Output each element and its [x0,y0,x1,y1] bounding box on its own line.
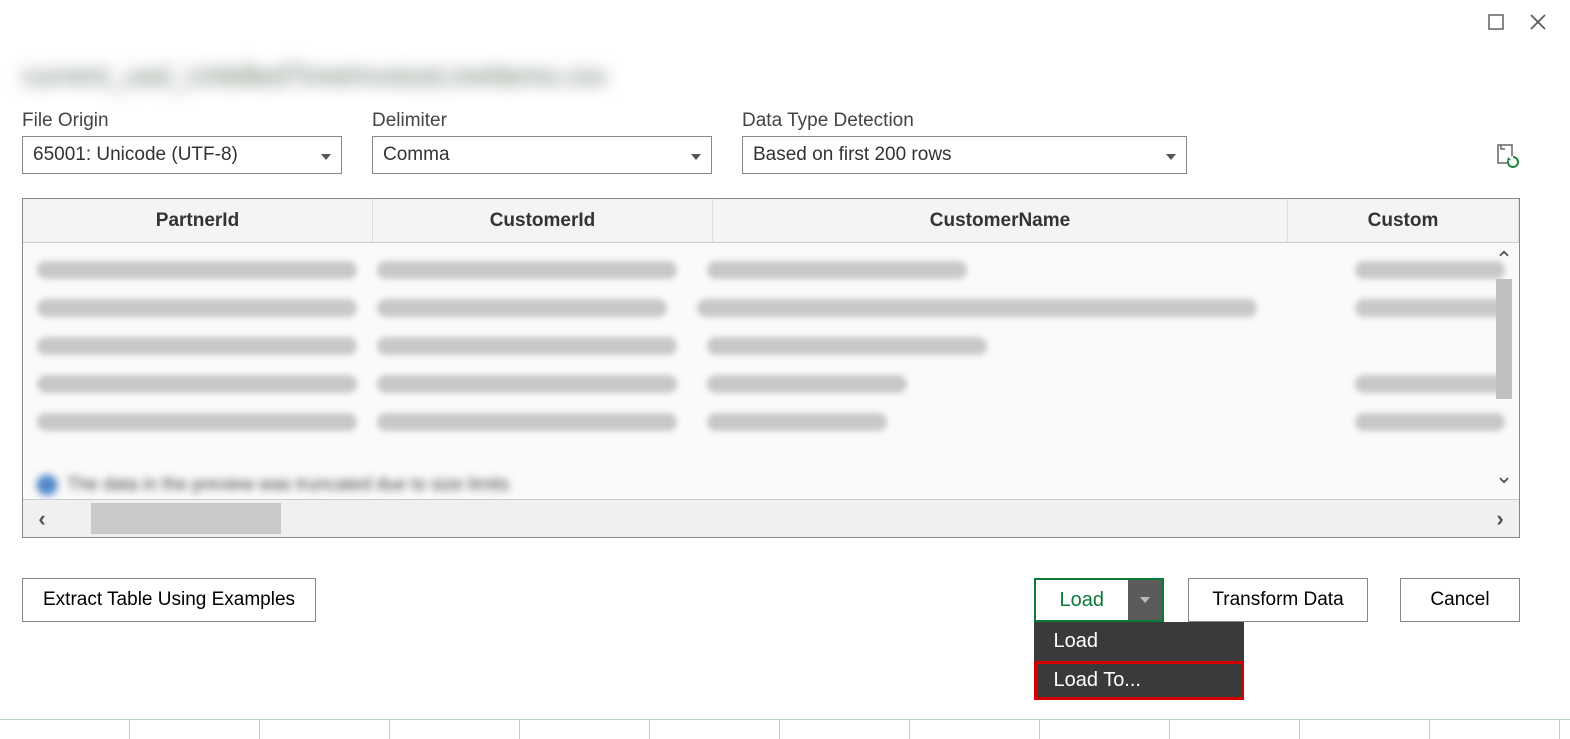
refresh-icon[interactable] [1494,143,1520,174]
close-button[interactable] [1526,10,1550,34]
datatype-value: Based on first 200 rows [753,144,952,166]
scroll-left-icon[interactable]: ‹ [23,506,61,532]
info-icon: i [37,475,57,495]
table-body [23,243,1519,463]
table-row [23,403,1519,441]
column-header-customername[interactable]: CustomerName [713,199,1288,242]
load-button[interactable]: Load [1036,580,1129,620]
chevron-down-icon [321,144,331,166]
column-header-custom[interactable]: Custom [1288,199,1519,242]
load-dropdown-toggle[interactable] [1128,580,1162,620]
file-origin-dropdown[interactable]: 65001: Unicode (UTF-8) [22,136,342,174]
delimiter-label: Delimiter [372,110,712,132]
scroll-thumb[interactable] [91,503,281,534]
scroll-up-icon[interactable]: ⌃ [1495,247,1513,273]
file-origin-label: File Origin [22,110,342,132]
table-row [23,289,1519,327]
scroll-down-icon[interactable]: ⌄ [1495,463,1513,489]
delimiter-value: Comma [383,144,450,166]
datatype-label: Data Type Detection [742,110,1187,132]
menu-item-load[interactable]: Load [1034,622,1244,661]
table-row [23,251,1519,289]
chevron-down-icon [691,144,701,166]
column-header-customerid[interactable]: CustomerId [373,199,713,242]
extract-table-button[interactable]: Extract Table Using Examples [22,578,316,622]
transform-data-button[interactable]: Transform Data [1188,578,1368,622]
info-message: i The data in the preview was truncated … [37,474,509,495]
file-title: current_usd_UnbilledTimeInvoiceLineItems… [22,60,1520,92]
datatype-dropdown[interactable]: Based on first 200 rows [742,136,1187,174]
load-split-button[interactable]: Load [1034,578,1165,622]
table-row [23,327,1519,365]
maximize-button[interactable] [1484,10,1508,34]
scroll-right-icon[interactable]: › [1481,506,1519,532]
column-header-partnerid[interactable]: PartnerId [23,199,373,242]
chevron-down-icon [1166,144,1176,166]
load-dropdown-menu: Load Load To... [1034,622,1244,700]
preview-table: PartnerId CustomerId CustomerName Custom… [22,198,1520,538]
menu-item-load-to[interactable]: Load To... [1034,661,1244,700]
spreadsheet-grid [0,719,1570,739]
vertical-scrollbar[interactable]: ⌃ ⌄ [1493,247,1515,489]
delimiter-dropdown[interactable]: Comma [372,136,712,174]
table-row [23,365,1519,403]
scroll-thumb[interactable] [1496,279,1512,399]
cancel-button[interactable]: Cancel [1400,578,1520,622]
horizontal-scrollbar[interactable]: ‹ › [23,499,1519,537]
table-header: PartnerId CustomerId CustomerName Custom [23,199,1519,243]
file-origin-value: 65001: Unicode (UTF-8) [33,144,238,166]
